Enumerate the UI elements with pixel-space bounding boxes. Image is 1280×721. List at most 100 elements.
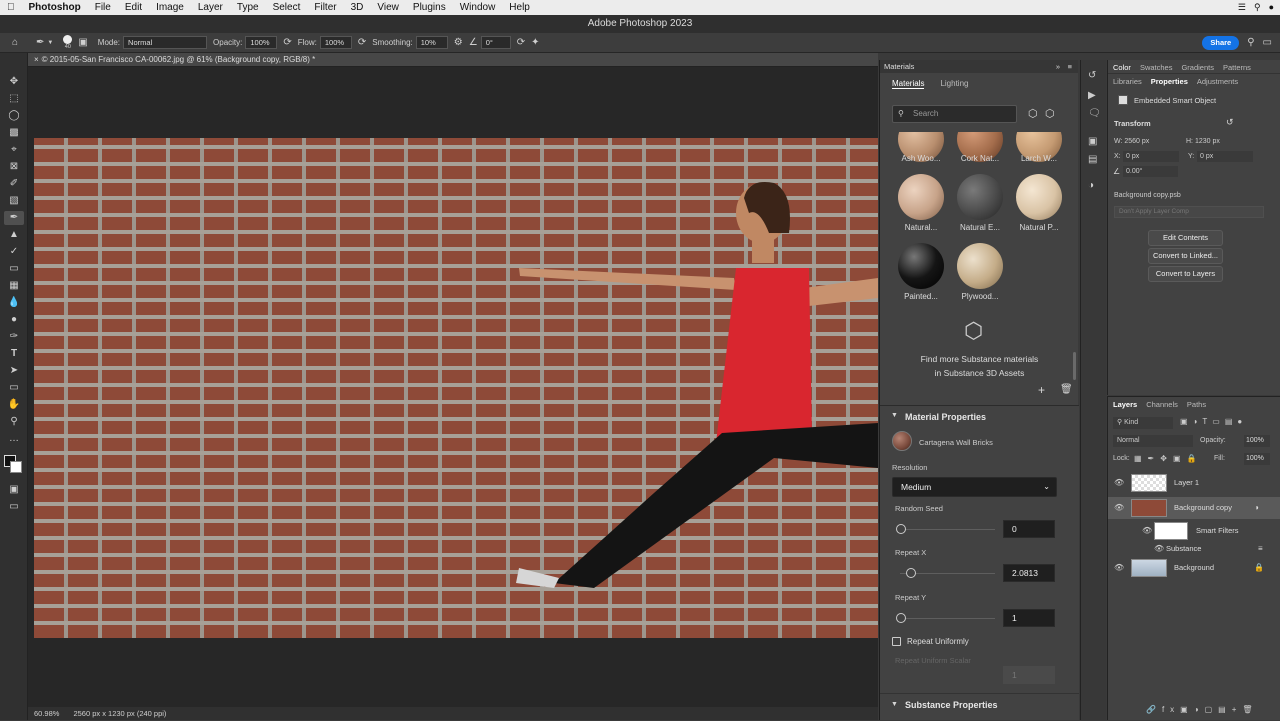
brush-tool-icon[interactable]: ✒	[4, 211, 24, 225]
layer-comp-select[interactable]: Don't Apply Layer Comp	[1114, 206, 1264, 218]
layer-opacity-field[interactable]: 100%	[1244, 435, 1270, 447]
repeat-x-field[interactable]: 2.0813	[1003, 564, 1055, 582]
import-material-icon[interactable]: ⬡	[1028, 107, 1038, 120]
pressure-size-icon[interactable]: ⟳	[517, 37, 525, 49]
search-icon[interactable]: ⚲	[1247, 37, 1254, 49]
shape-tool-icon[interactable]: ▭	[4, 381, 24, 395]
substance-properties-header[interactable]: ▼ Substance Properties	[880, 693, 1079, 721]
menu-type[interactable]: Type	[230, 0, 266, 15]
tab-color[interactable]: Color	[1113, 63, 1131, 72]
resolution-select[interactable]: Medium ⌄	[892, 477, 1057, 497]
siri-icon[interactable]: ●	[1269, 2, 1274, 13]
document-tab[interactable]: × © 2015-05-San Francisco CA-00062.jpg @ …	[28, 53, 878, 67]
material-ball[interactable]	[1016, 174, 1062, 220]
tab-lighting[interactable]: Lighting	[940, 79, 968, 89]
smoothing-settings-gear-icon[interactable]: ⚙	[454, 37, 463, 49]
libraries-icon[interactable]: ▣	[1088, 136, 1097, 147]
zoom-level[interactable]: 60.98%	[34, 707, 59, 720]
repeat-x-slider-knob[interactable]	[906, 568, 916, 578]
tab-patterns[interactable]: Patterns	[1223, 63, 1251, 72]
workspace-icon[interactable]: ▭	[1263, 37, 1272, 49]
healing-tool-icon[interactable]: ▧	[4, 194, 24, 208]
menu-help[interactable]: Help	[502, 0, 537, 15]
lasso-tool-icon[interactable]: ◯	[4, 109, 24, 123]
material-ball[interactable]	[898, 243, 944, 289]
add-icon[interactable]: +	[1038, 383, 1045, 397]
repeat-y-field[interactable]: 1	[1003, 609, 1055, 627]
apple-icon[interactable]: 	[0, 0, 22, 15]
material-ball[interactable]	[957, 243, 1003, 289]
frame-tool-icon[interactable]: ⊠	[4, 160, 24, 174]
stamp-tool-icon[interactable]: ▲	[4, 228, 24, 242]
library-icon[interactable]: ⬡	[1045, 107, 1055, 120]
tab-properties[interactable]: Properties	[1151, 77, 1188, 86]
random-seed-slider-track[interactable]	[900, 529, 995, 530]
pressure-opacity-icon[interactable]: ⟳	[283, 37, 291, 49]
more-tools-icon[interactable]: …	[4, 432, 24, 446]
materials-icon[interactable]: ◑	[1088, 180, 1094, 191]
layer-row-background-copy[interactable]: 👁 Background copy ◑	[1108, 497, 1280, 519]
move-tool-icon[interactable]: ✥	[4, 75, 24, 89]
history-brush-tool-icon[interactable]: ✓	[4, 245, 24, 259]
layer-comps-icon[interactable]: ▤	[1088, 154, 1097, 165]
trash-icon[interactable]: 🗑	[1060, 384, 1073, 395]
tab-adjustments[interactable]: Adjustments	[1197, 77, 1238, 86]
repeat-y-slider-track[interactable]	[900, 618, 995, 619]
layers-footer-icons[interactable]: 🔗fx▣◑▢▤+🗑	[1146, 705, 1259, 714]
smoothing-field[interactable]: 10%	[415, 36, 448, 49]
layer-filter-icons[interactable]: ▣◑T▭▤●	[1180, 417, 1247, 426]
document-canvas[interactable]	[34, 138, 878, 638]
gradient-tool-icon[interactable]: ▦	[4, 279, 24, 293]
repeat-uniformly-checkbox[interactable]	[892, 637, 901, 646]
collapse-icon[interactable]: »	[1056, 60, 1060, 73]
blur-tool-icon[interactable]: 💧	[4, 296, 24, 310]
eye-icon[interactable]: 👁	[1114, 557, 1124, 579]
angle-field[interactable]: 0°	[480, 36, 511, 49]
filter-kind-select[interactable]: ⚲ Kind	[1113, 417, 1173, 429]
menu-view[interactable]: View	[370, 0, 406, 15]
mode-select[interactable]: Normal	[123, 36, 208, 49]
tab-gradients[interactable]: Gradients	[1181, 63, 1214, 72]
materials-search-input[interactable]: ⚲ Search	[892, 105, 1017, 123]
lock-icons[interactable]: ▦✒✥▣🔒	[1134, 454, 1202, 463]
fill-field[interactable]: 100%	[1244, 453, 1270, 465]
control-center-icon[interactable]: ☰	[1238, 2, 1246, 13]
airbrush-icon[interactable]: ⟳	[358, 37, 366, 49]
screen-mode-icon[interactable]: ▭	[4, 500, 24, 514]
x-field[interactable]: 0 px	[1123, 151, 1179, 162]
opacity-field[interactable]: 100%	[245, 36, 278, 49]
chevron-down-icon[interactable]: ▼	[891, 412, 898, 419]
tab-paths[interactable]: Paths	[1187, 400, 1206, 409]
menu-plugins[interactable]: Plugins	[406, 0, 453, 15]
angle-field[interactable]: 0.00°	[1123, 166, 1178, 177]
menu-3d[interactable]: 3D	[344, 0, 371, 15]
tab-swatches[interactable]: Swatches	[1140, 63, 1173, 72]
eye-icon[interactable]: 👁	[1114, 472, 1124, 494]
history-icon[interactable]: ↺	[1088, 70, 1096, 81]
panel-menu-icon[interactable]: ≡	[1068, 60, 1072, 73]
convert-to-layers-button[interactable]: Convert to Layers	[1148, 266, 1223, 282]
material-ball[interactable]	[957, 174, 1003, 220]
pen-tool-icon[interactable]: ✑	[4, 330, 24, 344]
material-ball[interactable]	[898, 174, 944, 220]
document-info[interactable]: 2560 px x 1230 px (240 ppi)	[73, 707, 166, 720]
random-seed-slider-knob[interactable]	[896, 524, 906, 534]
eyedropper-tool-icon[interactable]: ✐	[4, 177, 24, 191]
scrollbar[interactable]	[1073, 352, 1076, 380]
tab-materials[interactable]: Materials	[892, 79, 925, 89]
width-value[interactable]: W: 2560 px	[1114, 138, 1149, 145]
chevron-down-icon[interactable]: ▼	[47, 37, 53, 49]
height-value[interactable]: H: 1230 px	[1186, 138, 1220, 145]
brush-preset-dot[interactable]	[63, 35, 73, 44]
brush-tool-icon[interactable]: ✒	[36, 37, 44, 49]
y-field[interactable]: 0 px	[1197, 151, 1253, 162]
tab-libraries[interactable]: Libraries	[1113, 77, 1142, 86]
close-tab-icon[interactable]: ×	[34, 55, 39, 64]
blend-mode-select[interactable]: Normal	[1113, 435, 1193, 447]
tab-channels[interactable]: Channels	[1146, 400, 1178, 409]
dodge-tool-icon[interactable]: ●	[4, 313, 24, 327]
share-button[interactable]: Share	[1202, 35, 1240, 50]
repeat-y-slider-knob[interactable]	[896, 613, 906, 623]
quick-mask-icon[interactable]: ▣	[4, 483, 24, 497]
reset-transform-icon[interactable]: ↺	[1226, 117, 1234, 128]
